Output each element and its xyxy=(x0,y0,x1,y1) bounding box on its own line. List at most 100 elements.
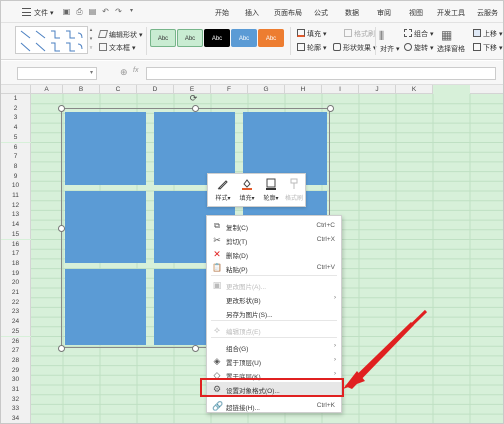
row-header[interactable]: 32 xyxy=(1,394,31,405)
rotate-button[interactable]: 旋转 ▾ xyxy=(404,43,433,53)
row-header[interactable]: 25 xyxy=(1,326,31,337)
textbox-button[interactable]: 文本框 ▾ xyxy=(99,43,135,53)
row-header[interactable]: 10 xyxy=(1,181,31,191)
blue-rectangle-shape[interactable] xyxy=(65,112,146,185)
fill-button[interactable]: 填充 ▾ xyxy=(297,29,326,39)
row-header[interactable]: 34 xyxy=(1,414,31,423)
shape-style-swatch[interactable]: Abc xyxy=(258,29,284,47)
context-menu-item[interactable]: 🔗 超链接(H)... Ctrl+K xyxy=(207,399,341,413)
column-header[interactable]: A xyxy=(31,85,63,94)
tab-formulas[interactable]: 公式 xyxy=(314,8,328,18)
align-icon[interactable]: ⫴ xyxy=(379,29,384,44)
shape-style-swatch[interactable]: Abc xyxy=(204,29,230,47)
fx-icon[interactable]: fx xyxy=(133,67,138,74)
resize-handle[interactable] xyxy=(327,105,334,112)
resize-handle[interactable] xyxy=(58,345,65,352)
tab-page-layout[interactable]: 页面布局 xyxy=(274,8,302,18)
row-header[interactable]: 16 xyxy=(1,239,31,250)
resize-handle[interactable] xyxy=(192,105,199,112)
row-header[interactable]: 29 xyxy=(1,365,31,376)
row-header[interactable]: 7 xyxy=(1,152,31,162)
shape-style-swatch[interactable]: Abc xyxy=(177,29,203,47)
row-header[interactable]: 27 xyxy=(1,346,31,356)
row-header[interactable]: 6 xyxy=(1,142,31,153)
column-header[interactable]: I xyxy=(322,85,359,94)
context-menu-item[interactable]: ◈ 置于顶层(U) › xyxy=(207,354,341,368)
row-header[interactable]: 22 xyxy=(1,297,31,308)
column-header[interactable]: H xyxy=(285,85,322,94)
zoom-icon[interactable]: ⊕ xyxy=(120,67,128,78)
shape-effect-button[interactable]: 形状效果 ▾ xyxy=(333,43,376,53)
context-menu-item[interactable]: 📋 粘贴(P) Ctrl+V xyxy=(207,261,341,275)
row-header[interactable]: 23 xyxy=(1,307,31,318)
row-header[interactable]: 31 xyxy=(1,385,31,395)
rotate-handle-icon[interactable]: ⟳ xyxy=(189,94,198,103)
tab-insert[interactable]: 插入 xyxy=(245,8,259,18)
shape-style-swatch[interactable]: Abc xyxy=(150,29,176,47)
resize-handle[interactable] xyxy=(192,345,199,352)
edit-shape-button[interactable]: 编辑形状 ▾ xyxy=(97,30,142,40)
print-icon[interactable]: ⎙ xyxy=(75,7,84,16)
column-header[interactable]: F xyxy=(211,85,248,94)
row-header[interactable]: 14 xyxy=(1,220,31,230)
select-all-corner[interactable] xyxy=(1,85,31,94)
blue-rectangle-shape[interactable] xyxy=(65,269,146,345)
save-icon[interactable]: ▣ xyxy=(62,7,71,16)
row-header[interactable]: 15 xyxy=(1,229,31,240)
column-header[interactable]: J xyxy=(359,85,396,94)
mini-fill-button[interactable]: 填充▾ xyxy=(236,178,258,204)
gallery-scroll[interactable]: ▴ ▾ ▿ xyxy=(88,26,94,54)
row-header[interactable]: 20 xyxy=(1,278,31,288)
group-button[interactable]: 组合 ▾ xyxy=(404,29,433,39)
row-header[interactable]: 1 xyxy=(1,94,31,104)
column-header[interactable]: D xyxy=(137,85,174,94)
column-header[interactable]: B xyxy=(63,85,100,94)
context-menu-item[interactable]: ⧉ 复制(C) Ctrl+C xyxy=(207,219,341,233)
row-header[interactable]: 26 xyxy=(1,336,31,347)
redo-icon[interactable]: ↷ xyxy=(114,7,123,16)
row-header[interactable]: 4 xyxy=(1,123,31,133)
context-menu-item[interactable]: ✕ 删除(D) xyxy=(207,247,341,261)
column-header[interactable]: C xyxy=(100,85,137,94)
row-header[interactable]: 11 xyxy=(1,191,31,201)
row-header[interactable]: 33 xyxy=(1,404,31,415)
undo-icon[interactable]: ↶ xyxy=(101,7,110,16)
hamburger-menu-icon[interactable] xyxy=(22,8,31,16)
context-menu-item[interactable]: 另存为图片(S)... xyxy=(207,306,341,320)
row-header[interactable]: 30 xyxy=(1,375,31,385)
blue-rectangle-shape[interactable] xyxy=(65,191,146,263)
file-menu[interactable]: 文件 ▾ xyxy=(34,8,53,18)
bring-forward-button[interactable]: 上移 ▾ xyxy=(473,29,502,39)
column-header[interactable]: G xyxy=(248,85,285,94)
formula-input[interactable] xyxy=(146,67,496,80)
row-header[interactable]: 5 xyxy=(1,132,31,143)
quick-access-dropdown-icon[interactable]: ▾ xyxy=(127,7,136,16)
tab-developer[interactable]: 开发工具 xyxy=(437,8,465,18)
line-style-gallery[interactable] xyxy=(15,26,88,54)
context-menu-item[interactable]: 更改形状(B) › xyxy=(207,292,341,306)
align-button[interactable]: 对齐 ▾ xyxy=(380,44,399,54)
row-header[interactable]: 24 xyxy=(1,317,31,327)
column-header[interactable] xyxy=(470,85,503,94)
context-menu-item[interactable]: ✂ 剪切(T) Ctrl+X xyxy=(207,233,341,247)
column-header[interactable]: K xyxy=(396,85,433,94)
tab-review[interactable]: 审阅 xyxy=(377,8,391,18)
mini-outline-button[interactable]: 轮廓▾ xyxy=(260,178,282,204)
tab-home[interactable]: 开始 xyxy=(215,8,229,18)
row-header[interactable]: 13 xyxy=(1,210,31,221)
select-pane-icon[interactable]: ▦ xyxy=(441,28,452,42)
select-pane-button[interactable]: 选择窗格 xyxy=(437,44,465,54)
shape-style-swatch[interactable]: Abc xyxy=(231,29,257,47)
row-header[interactable]: 19 xyxy=(1,268,31,279)
row-header[interactable]: 21 xyxy=(1,288,31,298)
send-backward-button[interactable]: 下移 ▾ xyxy=(473,43,502,53)
mini-style-button[interactable]: 样式▾ xyxy=(212,178,234,204)
outline-button[interactable]: 轮廓 ▾ xyxy=(297,43,326,53)
row-header[interactable]: 9 xyxy=(1,171,31,182)
print-preview-icon[interactable]: ▤ xyxy=(88,7,97,16)
resize-handle[interactable] xyxy=(58,225,65,232)
row-header[interactable]: 12 xyxy=(1,200,31,211)
tab-data[interactable]: 数据 xyxy=(345,8,359,18)
row-header[interactable]: 8 xyxy=(1,161,31,172)
row-header[interactable]: 28 xyxy=(1,355,31,366)
